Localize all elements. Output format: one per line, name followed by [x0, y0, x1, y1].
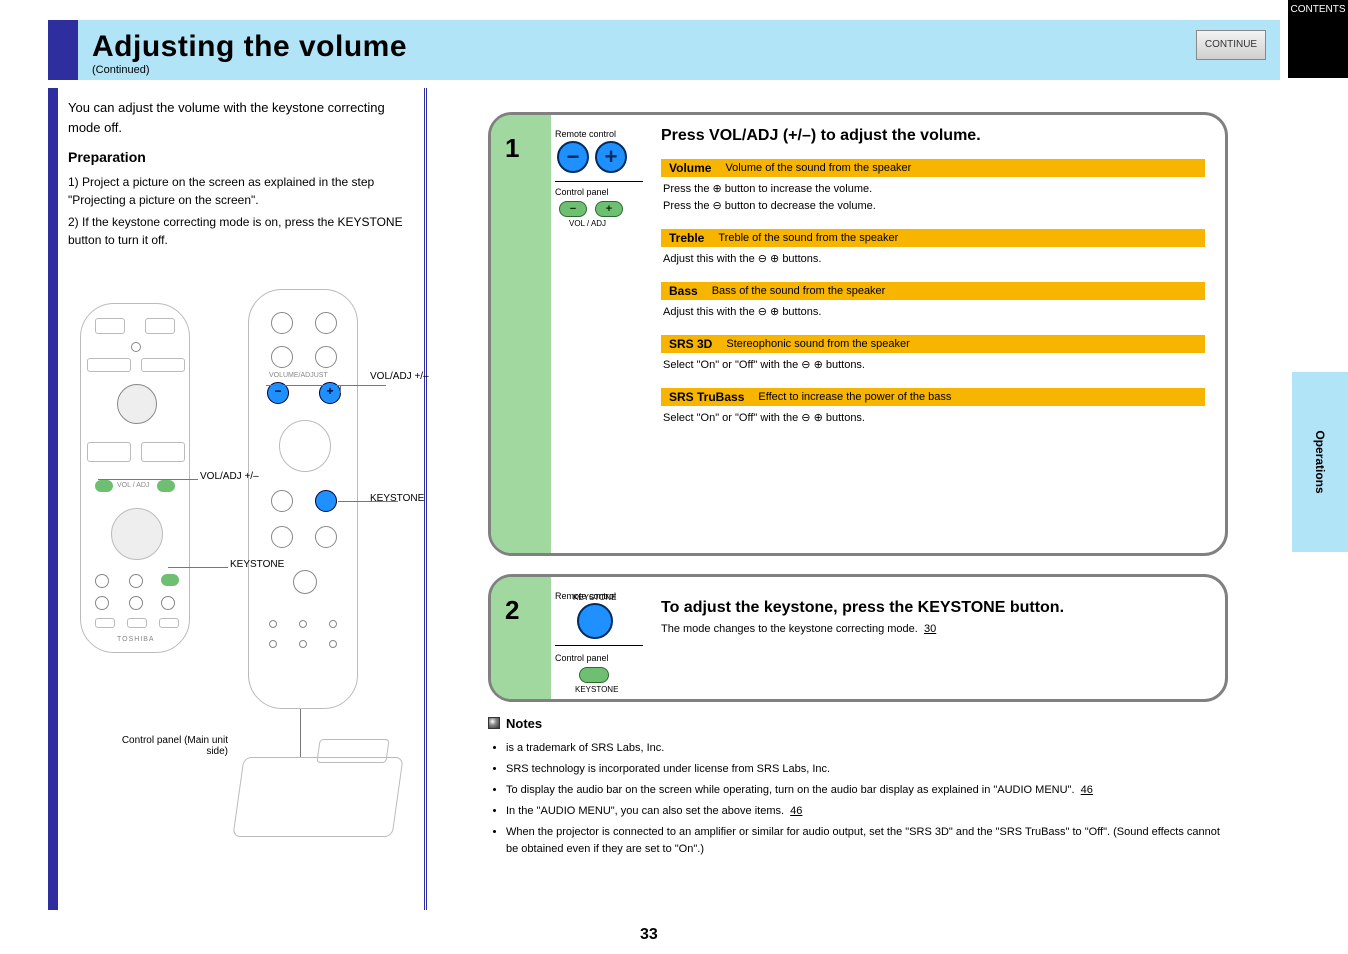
step-2-title: To adjust the keystone, press the KEYSTO… [661, 599, 1205, 617]
trubass-bar: SRS TruBass Effect to increase the power… [661, 388, 1205, 406]
bar-detail: Select "On" or "Off" with the ⊖ ⊕ button… [661, 410, 1205, 427]
step-1-content: Press VOL/ADJ (+/–) to adjust the volume… [661, 127, 1205, 427]
minus-button[interactable]: − [559, 201, 587, 217]
treble-bar: Treble Treble of the sound from the spea… [661, 229, 1205, 247]
contents-tab[interactable]: CONTENTS [1288, 0, 1348, 78]
control-label: Control panel [555, 187, 609, 197]
step-number: 1 [505, 133, 519, 164]
callout-vol-left: VOL/ADJ +/– [200, 471, 259, 482]
vol-label: VOL / ADJ [569, 219, 606, 228]
bar-name: SRS 3D [669, 337, 712, 351]
minus-button[interactable] [95, 480, 113, 492]
keystone-button[interactable] [315, 490, 337, 512]
remote-tall-body: − + VOLUME/ADJUST [249, 290, 357, 708]
bar-detail: Adjust this with the ⊖ ⊕ buttons. [661, 251, 1205, 268]
vol-adj-label: VOLUME/ADJUST [269, 372, 328, 379]
callout-keystone-right: KEYSTONE [370, 493, 424, 504]
notes-section: Notes is a trademark of SRS Labs, Inc. S… [488, 714, 1228, 862]
step-2-content: To adjust the keystone, press the KEYSTO… [661, 599, 1205, 635]
control-label: Control panel [555, 653, 609, 663]
remote-compact-outline: VOL / ADJ TOSHIBA [80, 303, 190, 653]
column-divider [424, 88, 427, 910]
notes-item: In the "AUDIO MENU", you can also set th… [506, 803, 1228, 820]
keystone-label: KEYSTONE [575, 685, 618, 694]
page-number: 33 [640, 926, 658, 944]
bar-name: Volume [669, 161, 711, 175]
preparation-heading: Preparation [68, 149, 418, 165]
continue-button[interactable]: CONTINUE [1196, 30, 1266, 60]
remote-illustrations: VOL / ADJ TOSHIBA [68, 289, 418, 889]
bar-desc: Volume of the sound from the speaker [725, 162, 911, 174]
preparation-list: 1) Project a picture on the screen as ex… [68, 173, 418, 249]
notes-item: SRS technology is incorporated under lic… [506, 761, 1228, 778]
remote-tall-outline: − + VOLUME/ADJUST [248, 289, 358, 709]
right-column: 1 Remote control − + Control panel − + V… [488, 112, 1228, 720]
bar-name: SRS TruBass [669, 390, 744, 404]
notes-heading: Notes [488, 714, 1228, 734]
step-1-panel: 1 Remote control − + Control panel − + V… [488, 112, 1228, 556]
step-1-title: Press VOL/ADJ (+/–) to adjust the volume… [661, 127, 1205, 145]
bar-desc: Treble of the sound from the speaker [718, 232, 898, 244]
prep-item: 2) If the keystone correcting mode is on… [68, 213, 418, 249]
bar-desc: Effect to increase the power of the bass [758, 391, 951, 403]
intro-text: You can adjust the volume with the keyst… [68, 98, 418, 137]
keystone-label: KEYSTONE [573, 593, 616, 602]
volume-bar: Volume Volume of the sound from the spea… [661, 159, 1205, 177]
plus-button[interactable]: + [595, 141, 627, 173]
step-2-panel: 2 Remote control KEYSTONE Control panel … [488, 574, 1228, 702]
section-tab-label: Operations [1313, 430, 1327, 493]
remote-compact-body: VOL / ADJ TOSHIBA [81, 304, 189, 652]
projector-illustration [238, 739, 408, 849]
keystone-button[interactable] [579, 667, 609, 683]
minus-button[interactable]: − [557, 141, 589, 173]
bar-detail: Select "On" or "Off" with the ⊖ ⊕ button… [661, 357, 1205, 374]
notes-list: is a trademark of SRS Labs, Inc. SRS tec… [488, 740, 1228, 858]
callout-keystone-left: KEYSTONE [230, 559, 284, 570]
left-rule [48, 88, 58, 910]
step-2-leftbar [491, 577, 551, 699]
brand-label: TOSHIBA [117, 636, 155, 643]
header-accent [48, 20, 78, 80]
page-title: Adjusting the volume [92, 30, 407, 64]
keystone-button[interactable] [577, 603, 613, 639]
vol-adj-label: VOL / ADJ [117, 482, 149, 489]
step-number: 2 [505, 595, 519, 626]
bar-name: Treble [669, 231, 704, 245]
notes-item: To display the audio bar on the screen w… [506, 782, 1228, 799]
bass-bar: Bass Bass of the sound from the speaker [661, 282, 1205, 300]
plus-button[interactable] [157, 480, 175, 492]
dpad [111, 508, 163, 560]
page-ref-link[interactable]: 46 [1081, 784, 1093, 796]
bar-detail: Press the ⊕ button to increase the volum… [661, 181, 1205, 215]
step-2-sub: The mode changes to the keystone correct… [661, 623, 1205, 635]
left-column: You can adjust the volume with the keyst… [68, 88, 418, 889]
bar-name: Bass [669, 284, 698, 298]
divider [555, 181, 643, 182]
page-subtitle: (Continued) [92, 64, 149, 76]
divider [555, 645, 643, 646]
callout-vol-top: VOL/ADJ +/– [370, 371, 429, 382]
callout-control-panel: Control panel (Main unit side) [108, 735, 228, 757]
bar-detail: Adjust this with the ⊖ ⊕ buttons. [661, 304, 1205, 321]
remote-label: Remote control [555, 129, 616, 139]
bar-desc: Bass of the sound from the speaker [712, 285, 886, 297]
step-1-leftbar [491, 115, 551, 553]
keystone-button[interactable] [161, 574, 179, 586]
notes-item: is a trademark of SRS Labs, Inc. [506, 740, 1228, 757]
dpad [279, 420, 331, 472]
page-ref-link[interactable]: 46 [790, 805, 802, 817]
section-tab-operations[interactable]: Operations [1292, 372, 1348, 552]
notes-item: When the projector is connected to an am… [506, 824, 1228, 858]
bar-desc: Stereophonic sound from the speaker [726, 338, 909, 350]
page-ref-link[interactable]: 30 [924, 623, 936, 635]
srs3d-bar: SRS 3D Stereophonic sound from the speak… [661, 335, 1205, 353]
prep-item: 1) Project a picture on the screen as ex… [68, 173, 418, 209]
plus-button[interactable]: + [595, 201, 623, 217]
manual-page: Adjusting the volume (Continued) CONTINU… [0, 0, 1348, 954]
